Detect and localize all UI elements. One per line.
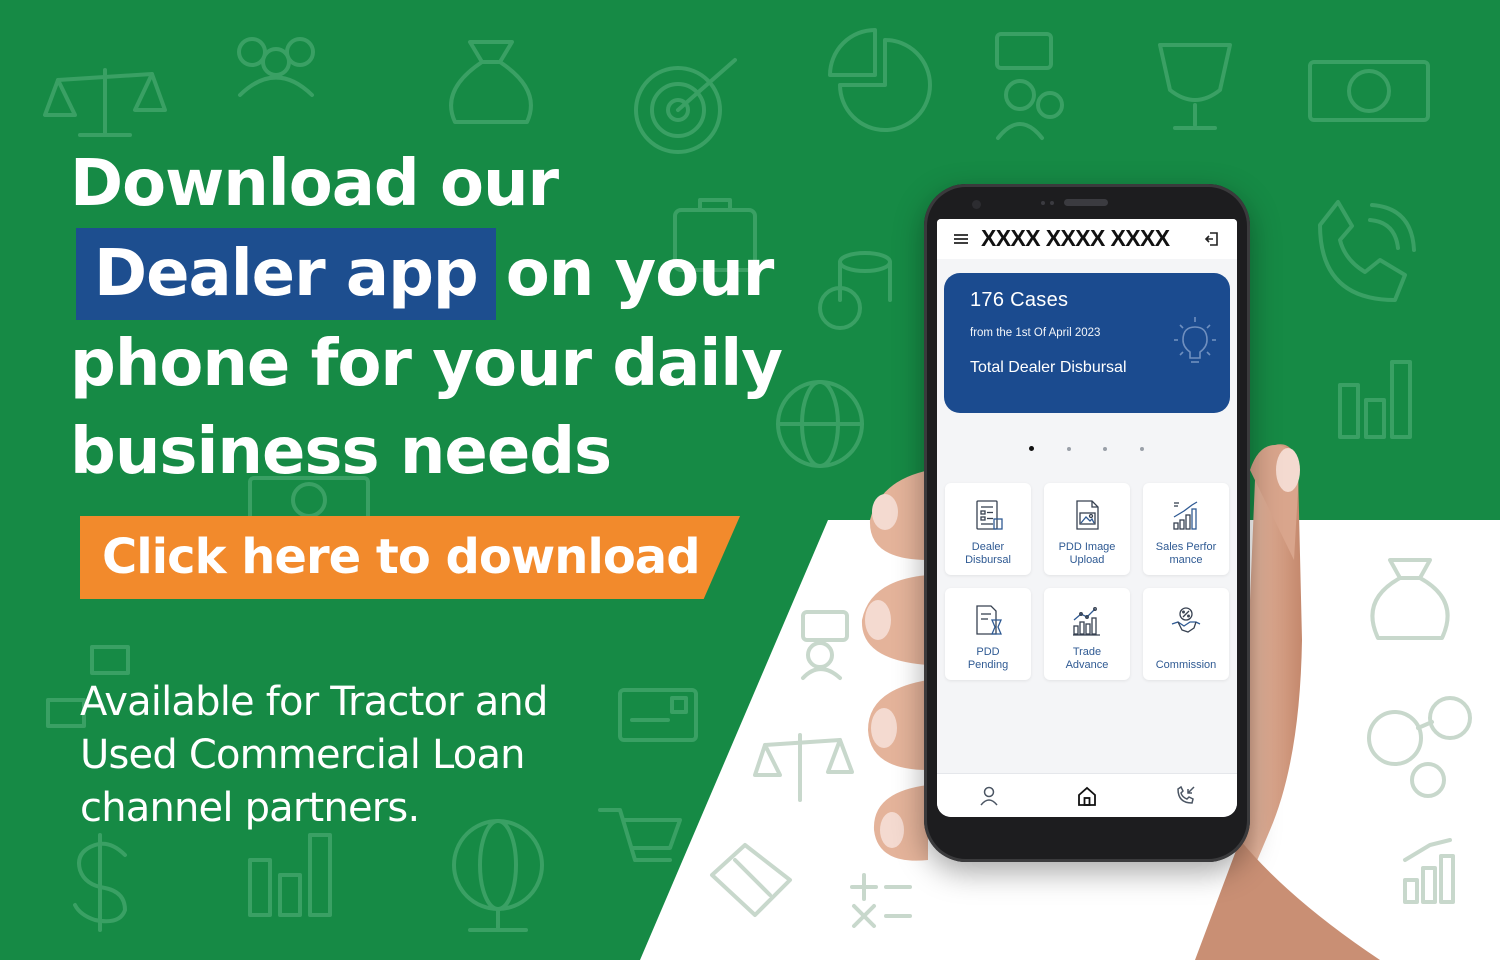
tile-label: Trade Advance (1065, 646, 1109, 671)
banner-stage: Download our Dealer app on your phone for… (0, 0, 1500, 960)
tile-pdd-image-upload[interactable]: PDD Image Upload (1044, 483, 1130, 575)
image-upload-icon (1076, 500, 1099, 530)
tile-label: PDD Pending (967, 646, 1009, 671)
document-list-icon (976, 500, 1003, 530)
tile-dealer-disbursal[interactable]: Dealer Disbursal (945, 483, 1031, 575)
chart-trend-icon (1073, 607, 1100, 636)
disbursal-label: Total Dealer Disbursal (970, 359, 1127, 376)
hourglass-document-icon (976, 605, 1002, 635)
carousel-dot-2[interactable] (1067, 447, 1071, 451)
carousel-indicator (1025, 444, 1155, 454)
earpiece-speaker (1064, 199, 1108, 206)
carousel-dot-4[interactable] (1140, 447, 1144, 451)
handshake-percent-icon (1171, 607, 1201, 633)
phone-call-icon[interactable] (1174, 785, 1196, 807)
app-bar: XXXX XXXX XXXX (937, 219, 1237, 259)
app-screen: XXXX XXXX XXXX 176 Cases from the 1st Of… (937, 219, 1237, 817)
bottom-navigation (937, 773, 1237, 817)
tile-commission[interactable]: Commission (1143, 588, 1229, 680)
smartphone: XXXX XXXX XXXX 176 Cases from the 1st Of… (924, 184, 1250, 862)
bar-growth-icon (1173, 501, 1198, 530)
tile-label: Dealer Disbursal (965, 541, 1011, 566)
tile-label: PDD Image Upload (1058, 541, 1116, 566)
tile-trade-advance[interactable]: Trade Advance (1044, 588, 1130, 680)
profile-icon[interactable] (978, 785, 1000, 807)
disbursal-summary-card[interactable]: 176 Cases from the 1st Of April 2023 Tot… (944, 273, 1230, 413)
tile-sales-performance[interactable]: Sales Perfor mance (1143, 483, 1229, 575)
home-icon[interactable] (1076, 785, 1098, 807)
light-bulb-icon (1174, 317, 1216, 363)
front-camera (972, 200, 981, 209)
tile-label: Commission (1155, 659, 1217, 671)
app-title: XXXX XXXX XXXX (981, 225, 1170, 251)
period-subtitle: from the 1st Of April 2023 (970, 327, 1101, 339)
tile-label: Sales Perfor mance (1155, 541, 1217, 566)
hand-illustration (861, 444, 1380, 960)
sensor-dots (1041, 201, 1054, 205)
hamburger-menu-icon[interactable] (953, 233, 969, 245)
cases-count: 176 Cases (970, 289, 1069, 311)
tile-pdd-pending[interactable]: PDD Pending (945, 588, 1031, 680)
logout-icon[interactable] (1203, 230, 1221, 248)
carousel-dot-1[interactable] (1029, 446, 1034, 451)
carousel-dot-3[interactable] (1103, 447, 1107, 451)
